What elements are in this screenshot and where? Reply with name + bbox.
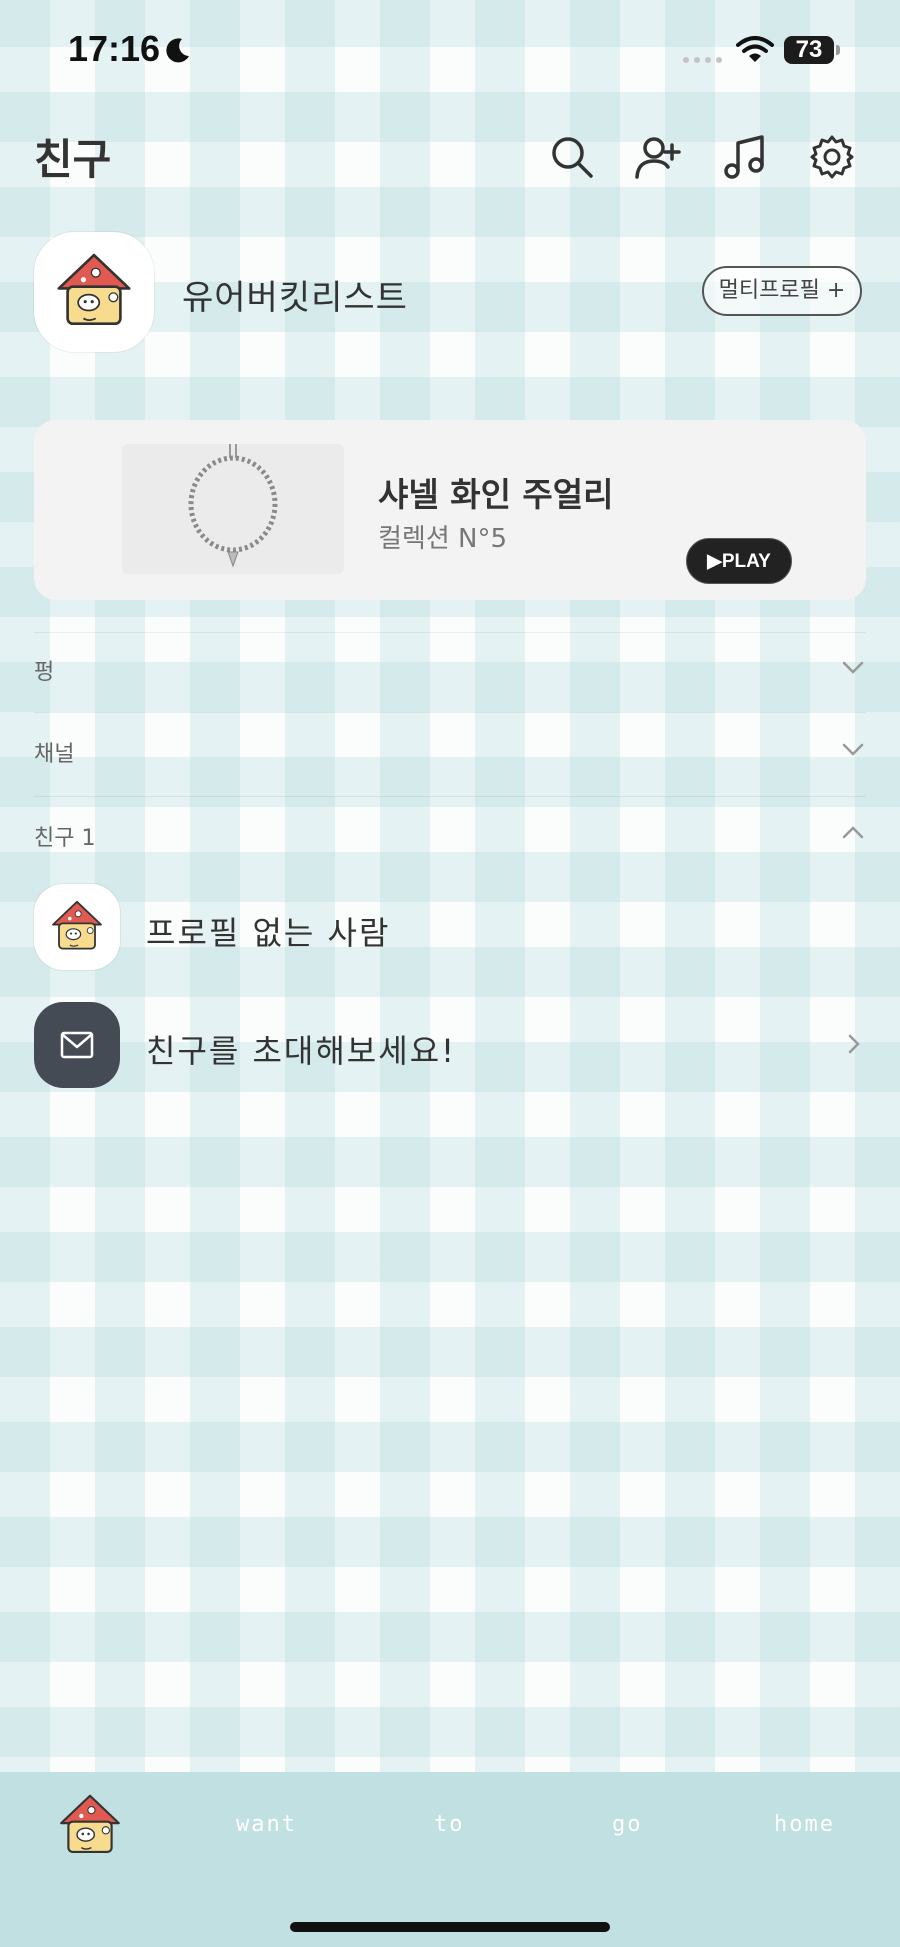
home-indicator[interactable] xyxy=(290,1922,610,1932)
page-title: 친구 xyxy=(34,135,112,184)
section-channel[interactable]: 채널 xyxy=(34,720,866,780)
tab-want[interactable]: want xyxy=(236,1812,297,1837)
section-pung[interactable]: 펑 xyxy=(34,638,866,698)
music-button[interactable] xyxy=(722,133,770,181)
friend-list-item[interactable]: 프로필 없는 사람 xyxy=(34,884,866,974)
add-friend-icon xyxy=(635,137,681,179)
search-button[interactable] xyxy=(548,133,596,181)
music-title: 샤넬 화인 주얼리 xyxy=(378,475,614,514)
my-profile-name: 유어버킷리스트 xyxy=(182,278,408,318)
wifi-icon xyxy=(736,36,774,62)
section-label: 채널 xyxy=(34,742,75,767)
chevron-right-icon xyxy=(848,1034,860,1054)
moon-icon xyxy=(166,38,189,63)
house-character-icon xyxy=(54,1786,126,1866)
album-thumbnail xyxy=(122,444,344,574)
divider xyxy=(34,796,866,797)
necklace-image-icon xyxy=(188,444,278,568)
multi-profile-button[interactable]: 멀티프로필 + xyxy=(702,266,862,316)
bottom-tab-bar: want to go home xyxy=(0,1772,900,1947)
friend-name: 프로필 없는 사람 xyxy=(146,914,391,952)
friend-avatar[interactable] xyxy=(34,884,120,970)
music-subtitle: 컬렉션 N°5 xyxy=(378,524,508,554)
divider xyxy=(34,632,866,633)
envelope-icon xyxy=(60,1031,94,1059)
chevron-down-icon xyxy=(842,743,864,756)
battery-tip xyxy=(836,45,840,55)
gear-icon xyxy=(810,135,854,179)
section-label: 친구 1 xyxy=(34,826,96,851)
tab-go[interactable]: go xyxy=(612,1812,643,1837)
my-profile-row[interactable]: 유어버킷리스트 멀티프로필 + xyxy=(34,232,866,352)
settings-button[interactable] xyxy=(808,133,856,181)
battery-level: 73 xyxy=(784,36,834,64)
my-profile-avatar[interactable] xyxy=(34,232,154,352)
chevron-up-icon xyxy=(842,826,864,839)
status-bar: 17:16 73 xyxy=(0,0,900,100)
add-friend-button[interactable] xyxy=(634,133,682,181)
invite-friends-row[interactable]: 친구를 초대해보세요! xyxy=(34,1002,866,1092)
section-friends[interactable]: 친구 1 xyxy=(34,804,866,864)
music-note-icon xyxy=(724,135,764,179)
house-character-icon xyxy=(50,248,138,336)
battery-icon: 73 xyxy=(784,36,842,66)
tab-to[interactable]: to xyxy=(434,1812,465,1837)
house-character-icon xyxy=(47,897,107,957)
divider xyxy=(34,712,866,713)
play-button[interactable]: ▶PLAY xyxy=(686,538,792,584)
invite-label: 친구를 초대해보세요! xyxy=(146,1032,456,1070)
cellular-signal-icon xyxy=(683,57,722,63)
invite-icon-box xyxy=(34,1002,120,1088)
profile-music-card[interactable]: 샤넬 화인 주얼리 컬렉션 N°5 ▶PLAY xyxy=(34,420,866,600)
tab-home-label[interactable]: home xyxy=(774,1812,835,1837)
section-label: 펑 xyxy=(34,660,55,685)
tab-home[interactable] xyxy=(54,1786,126,1866)
chevron-down-icon xyxy=(842,661,864,674)
search-icon xyxy=(552,137,593,178)
status-time: 17:16 xyxy=(68,28,161,69)
